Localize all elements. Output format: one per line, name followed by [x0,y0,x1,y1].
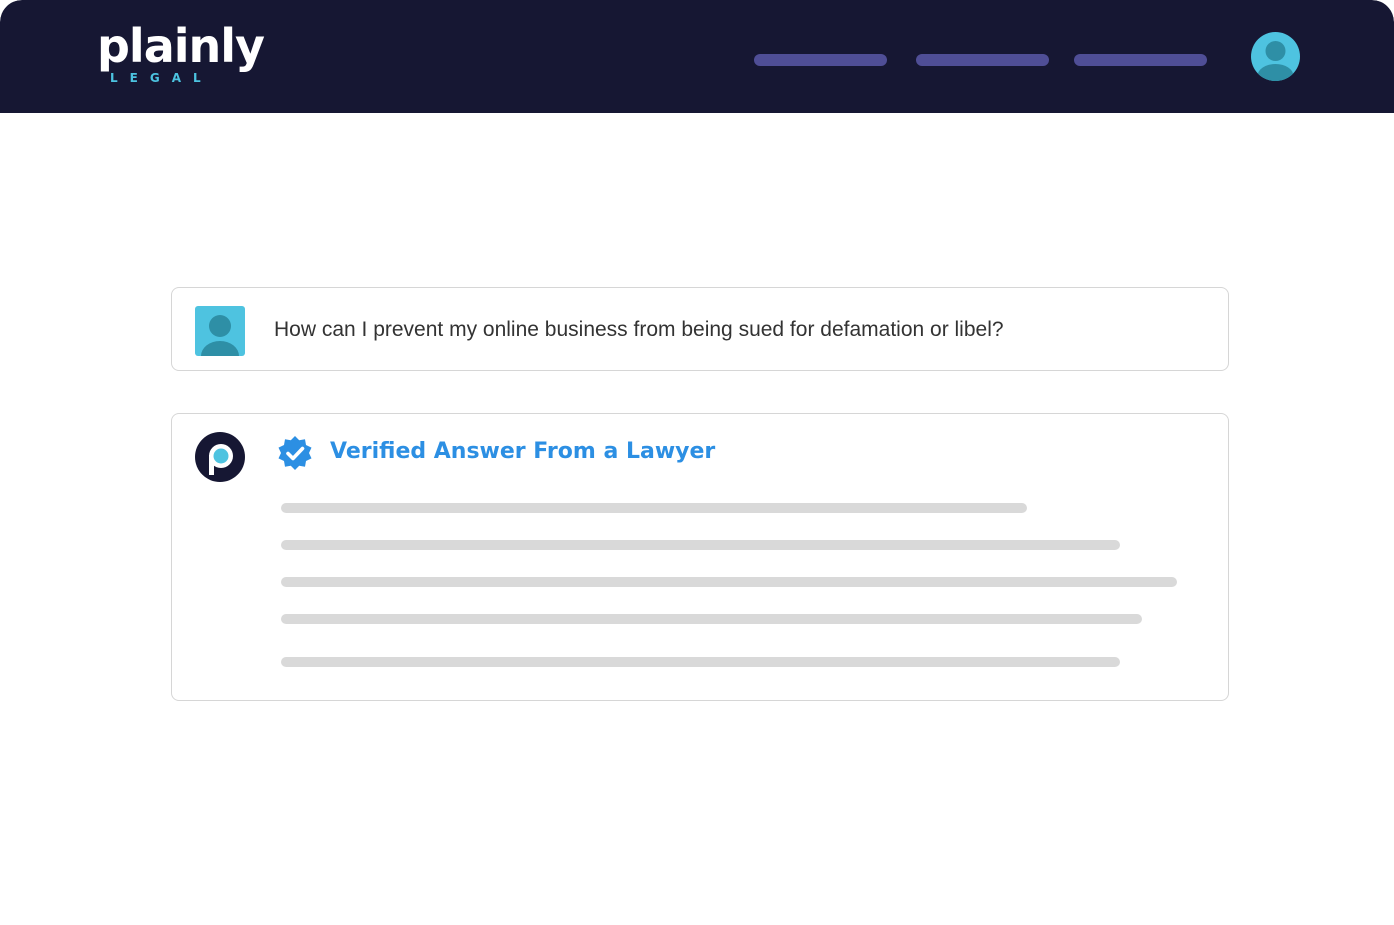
nav-item-3[interactable] [1074,54,1207,66]
plainly-p-logo-icon [195,432,245,482]
answer-placeholder-line-3 [281,577,1177,587]
answer-placeholder-line-4 [281,614,1142,624]
nav-item-1[interactable] [754,54,887,66]
plainly-legal-logo[interactable]: plainly LEGAL [97,19,265,92]
plainly-p-logo [195,432,245,482]
question-text: How can I prevent my online business fro… [274,318,1004,341]
user-avatar-icon [1257,41,1294,81]
question-card: How can I prevent my online business fro… [171,287,1229,371]
answer-placeholder-line-5 [281,657,1120,667]
answer-placeholder-line-2 [281,540,1120,550]
answer-placeholder-line-1 [281,503,1027,513]
nav-item-2[interactable] [916,54,1049,66]
profile-avatar-button[interactable] [1251,32,1300,81]
app-window: plainly LEGAL How can I prevent my onlin… [0,0,1394,925]
logo-subtitle: LEGAL [110,71,213,85]
logo-wordmark: plainly [97,19,265,73]
question-user-avatar [195,306,245,356]
verified-check-icon [277,435,313,471]
verified-answer-title: Verified Answer From a Lawyer [330,439,716,464]
answer-card: Verified Answer From a Lawyer [171,413,1229,701]
user-avatar-icon [201,315,239,356]
top-navigation-bar: plainly LEGAL [0,0,1394,113]
